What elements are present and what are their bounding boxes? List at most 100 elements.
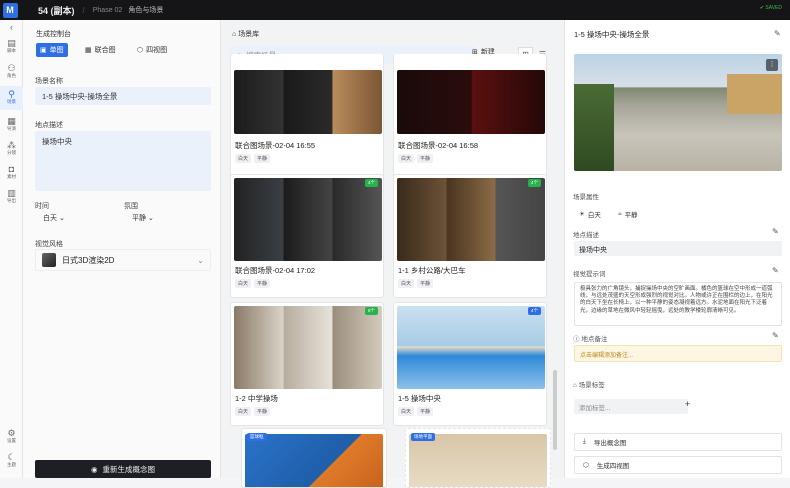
rail-label: 主题 (7, 462, 16, 467)
collapse-button[interactable]: ‹ (0, 22, 23, 32)
rail-item-scenes[interactable]: ⚲ 场景 (0, 86, 23, 110)
pencil-icon: ✎ (774, 29, 781, 38)
mood-tag: 平静 (417, 154, 434, 163)
scene-card-tags: 白天 平静 (398, 154, 434, 163)
rail-item-characters[interactable]: ⚇ 角色 (0, 63, 23, 79)
rail-item-director[interactable]: ▦ 导演 (0, 116, 23, 132)
scene-card-name: 联合图场景-02-04 16:58 (398, 141, 479, 150)
scene-card-name: 1-1 乡村公路/大巴车 (398, 266, 466, 275)
rail-item-theme[interactable]: ☾ 主题 (0, 452, 23, 468)
scene-thumbnail (234, 70, 382, 134)
mood-label: 氛围 (124, 203, 138, 210)
mood-tag: 平静 (254, 154, 271, 163)
console-title: 生成控制台 (36, 31, 71, 38)
scene-card[interactable]: 4个 1-5 操场中央 白天 平静 (393, 302, 547, 426)
library-scrollbar[interactable] (553, 370, 557, 450)
export-concept-button[interactable]: ⤓ 导出概念图 (574, 433, 782, 451)
edit-prompt-button[interactable]: ✎ (772, 266, 779, 275)
scene-card-tags: 白天 平静 (235, 407, 271, 416)
variant-count-badge: 4个 (527, 307, 541, 315)
gear-icon: ⚙ (7, 428, 16, 438)
scene-name-input[interactable]: 1-5 操场中央-操场全景 (35, 87, 211, 105)
note-label-text: 地点备注 (581, 336, 608, 343)
scene-card-tags: 白天 平静 (235, 279, 271, 288)
scene-card[interactable]: 篮球框 (241, 428, 387, 488)
time-tag: 白天 (235, 407, 252, 416)
pencil-icon: ✎ (772, 266, 779, 275)
scene-name-label: 场景名称 (35, 78, 63, 85)
rail-label: 导出 (7, 198, 16, 203)
time-tag: 白天 (398, 154, 415, 163)
more-icon: ⋮ (768, 61, 776, 68)
variant-count-badge: 8个 (364, 307, 378, 315)
detail-title: 1-5 操场中央-操场全景 (574, 30, 650, 39)
tag-input[interactable]: 添加标签... (574, 399, 688, 414)
scene-card[interactable]: 8个 1-2 中学操场 白天 平静 (230, 302, 384, 426)
scene-thumbnail (234, 306, 382, 389)
scene-detail-panel: 1-5 操场中央-操场全景 ✎ ⋮ 场景属性 ☀ 白天 ≈ 平静 地点描述 ✎ 操场… (564, 20, 790, 478)
nav-rail: ‹ ▤ 脚本 ⚇ 角色 ⚲ 场景 ▦ 导演 ⁂ 分镜 ◘ 素材 ▥ 导出 ⚙ 设置 ☾ 主题 (0, 20, 23, 478)
scene-hero-image (574, 54, 782, 171)
scene-card[interactable]: 场地平面 (405, 428, 551, 488)
scene-card[interactable]: 4个 1-1 乡村公路/大巴车 白天 平静 (393, 174, 547, 298)
time-tag: 白天 (235, 154, 252, 163)
library-header: ⌂ 场景库 (232, 29, 259, 39)
note-field[interactable]: 点击编辑添加备注... (574, 345, 782, 362)
regenerate-button[interactable]: ◉ 重新生成概念图 (35, 460, 211, 478)
scene-card[interactable]: 联合图场景-02-04 16:58 白天 平静 (393, 54, 547, 188)
chevron-down-icon: ⌄ (147, 215, 154, 222)
scene-card[interactable]: 4个 联合图场景-02-04 17:02 白天 平静 (230, 174, 384, 298)
prompt-text[interactable]: 极具张力的广角镜头，捕捉操场中央的空旷画面。橘色的篮球在空中形成一道弧线，与远处… (574, 282, 782, 326)
location-textarea[interactable]: 操场中央 (35, 131, 211, 191)
title-divider: / (82, 5, 85, 15)
edit-location-button[interactable]: ✎ (772, 227, 779, 236)
mode-four-view-tab[interactable]: ⬡ 四视图 (133, 43, 171, 57)
app-logo[interactable]: M (0, 0, 20, 20)
scene-card-tags: 白天 平静 (235, 154, 271, 163)
mood-select[interactable]: 平静 ⌄ (132, 213, 154, 223)
scene-thumbnail (245, 434, 383, 487)
generate-label: 生成四视图 (596, 463, 630, 470)
rail-label: 角色 (7, 73, 16, 78)
generate-four-view-button[interactable]: ⬡ 生成四视图 (574, 456, 782, 474)
mood-tag: 平静 (254, 407, 271, 416)
rail-item-storyboard[interactable]: ⁂ 分镜 (0, 140, 23, 156)
people-icon: ⚇ (7, 63, 16, 73)
mode-single-tab[interactable]: ▣ 单图 (36, 43, 68, 57)
edit-title-button[interactable]: ✎ (774, 29, 781, 38)
rail-item-export[interactable]: ▥ 导出 (0, 188, 23, 204)
doc-icon: ▤ (7, 38, 16, 48)
scene-thumbnail (397, 70, 545, 134)
home-icon: ⌂ (232, 31, 237, 38)
time-select[interactable]: 白天 ⌄ (43, 213, 65, 223)
scene-library: ⌂ 场景库 ⌕搜索场景... ⊞新建 ⊞ ☰ 联合图场景-02-04 16:55… (221, 20, 564, 488)
rail-label: 素材 (7, 174, 16, 179)
mode-label: 单图 (49, 47, 64, 54)
mood-tag: 平静 (254, 279, 271, 288)
image-menu-button[interactable]: ⋮ (766, 59, 778, 71)
rail-item-script[interactable]: ▤ 脚本 (0, 38, 23, 54)
rail-item-assets[interactable]: ◘ 素材 (0, 164, 23, 180)
note-label: ⓘ 地点备注 (573, 333, 607, 343)
clapper-icon: ▦ (7, 116, 16, 126)
pencil-icon: ✎ (772, 227, 779, 236)
bulb-icon: ◉ (90, 464, 98, 474)
rail-label: 导演 (7, 126, 16, 131)
info-icon: ⓘ (573, 336, 580, 343)
tags-label-text: 场景标签 (578, 382, 605, 389)
add-tag-button[interactable]: + (685, 399, 690, 409)
edit-note-button[interactable]: ✎ (772, 331, 779, 340)
phase-title: 角色与场景 (128, 7, 164, 14)
wave-icon: ≈ (618, 210, 622, 218)
rail-item-settings[interactable]: ⚙ 设置 (0, 428, 23, 444)
time-label: 时间 (35, 203, 49, 210)
variant-count-badge: 4个 (364, 179, 378, 187)
mode-joint-tab[interactable]: ▦ 联合图 (81, 43, 120, 57)
mode-label: 联合图 (94, 47, 116, 54)
pencil-icon: ✎ (772, 331, 779, 340)
cube-icon: ⬡ (583, 462, 589, 469)
style-select[interactable]: 日式3D渲染2D ⌄ (35, 249, 211, 271)
chevron-down-icon: ⌄ (58, 215, 65, 222)
scene-card[interactable]: 联合图场景-02-04 16:55 白天 平静 (230, 54, 384, 188)
time-attr: ☀ 白天 (579, 209, 601, 219)
